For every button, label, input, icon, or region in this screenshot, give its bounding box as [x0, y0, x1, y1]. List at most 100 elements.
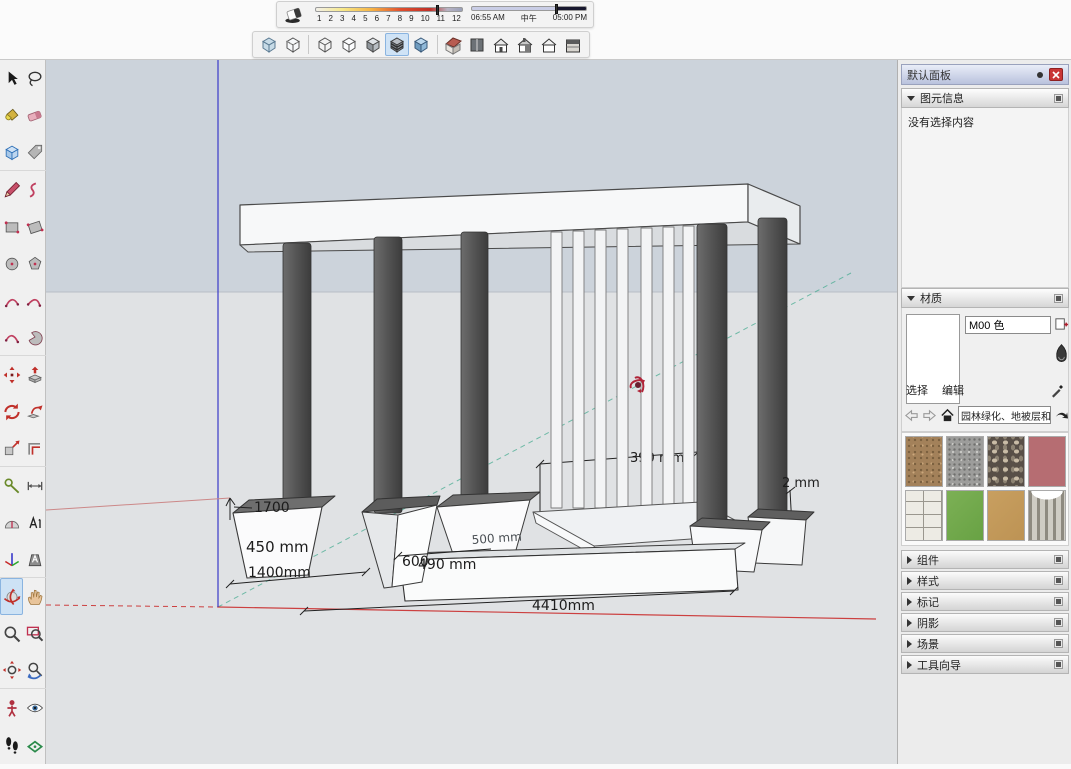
swatch-sand-tan[interactable]	[987, 490, 1025, 541]
modeling-viewport[interactable]: 390 mm 2 mm	[46, 60, 897, 764]
tool-follow-me[interactable]	[23, 393, 46, 430]
tool-position-camera[interactable]	[0, 689, 23, 726]
tool-rotated-rectangle[interactable]	[23, 208, 46, 245]
close-panel-button[interactable]	[1049, 68, 1063, 81]
style-monochrome-button[interactable]	[410, 33, 433, 56]
section-components[interactable]: 组件	[901, 550, 1069, 569]
section-tags[interactable]: 标记	[901, 592, 1069, 611]
tool-polygon[interactable]	[23, 245, 46, 282]
material-collection-dropdown[interactable]: 园林绿化、地被层和植被 ˅	[958, 406, 1051, 424]
panel-title-bar[interactable]: 默认面板	[901, 64, 1069, 85]
section-shadows[interactable]: 阴影	[901, 613, 1069, 632]
tool-look-around[interactable]	[23, 689, 46, 726]
month-tick: 6	[375, 14, 379, 23]
material-name-input[interactable]	[965, 316, 1051, 334]
swatch-grass-green[interactable]	[946, 490, 984, 541]
tool-circle[interactable]	[0, 245, 23, 282]
forward-arrow-button[interactable]	[922, 408, 937, 423]
tab-select[interactable]: 选择	[906, 382, 928, 398]
swatch-gravel-gray[interactable]	[946, 436, 984, 487]
section-close-button[interactable]	[1054, 94, 1063, 103]
view-back-button[interactable]	[538, 33, 561, 56]
tool-previous-view[interactable]	[23, 652, 46, 689]
style-back-edges-button[interactable]	[281, 33, 304, 56]
tool-zoom-window[interactable]	[23, 615, 46, 652]
view-left-button[interactable]	[562, 33, 585, 56]
shadow-date-slider[interactable]: 1 2 3 4 5 6 7 8 9 10 11 12	[315, 7, 463, 23]
swatch-pavers-white[interactable]	[905, 490, 943, 541]
section-close-button[interactable]	[1054, 660, 1063, 669]
tool-rotate[interactable]	[0, 393, 23, 430]
style-xray-button[interactable]	[257, 33, 280, 56]
entity-info-header[interactable]: 图元信息	[901, 88, 1069, 108]
default-material-button[interactable]	[1054, 342, 1069, 368]
style-shaded-with-textures-button[interactable]	[385, 33, 408, 56]
tool-paint-bucket[interactable]	[0, 97, 23, 134]
shadow-time-slider[interactable]: 06:55 AM 中午 05:00 PM	[471, 6, 587, 24]
tool-arc[interactable]	[0, 282, 23, 319]
section-close-button[interactable]	[1054, 639, 1063, 648]
tool-select[interactable]	[0, 60, 23, 97]
tool-three-point-arc[interactable]	[0, 319, 23, 356]
date-slider-track[interactable]	[315, 7, 463, 12]
section-close-button[interactable]	[1054, 555, 1063, 564]
time-slider-handle[interactable]	[555, 4, 558, 14]
section-scenes[interactable]: 场景	[901, 634, 1069, 653]
back-arrow-button[interactable]	[904, 408, 919, 423]
tool-text[interactable]	[23, 504, 46, 541]
tool-make-component[interactable]	[0, 134, 23, 171]
month-tick: 12	[452, 14, 461, 23]
sample-paint-eyedropper-button[interactable]	[1050, 382, 1066, 398]
tool-pie[interactable]	[23, 319, 46, 356]
section-close-button[interactable]	[1054, 618, 1063, 627]
swatch-fence-gate[interactable]	[1028, 490, 1066, 541]
create-material-button[interactable]	[1054, 316, 1069, 331]
tool-pan[interactable]	[23, 578, 46, 615]
tool-orbit[interactable]	[0, 578, 23, 615]
tool-dimension[interactable]	[23, 467, 46, 504]
tool-axes[interactable]	[0, 541, 23, 578]
pin-panel-button[interactable]	[1037, 72, 1043, 78]
tool-push-pull[interactable]	[23, 356, 46, 393]
tool-zoom[interactable]	[0, 615, 23, 652]
style-wireframe-button[interactable]	[313, 33, 336, 56]
swatch-rose[interactable]	[1028, 436, 1066, 487]
time-slider-track[interactable]	[471, 6, 587, 11]
date-slider-handle[interactable]	[436, 5, 439, 15]
tool-eraser[interactable]	[23, 97, 46, 134]
month-ticks: 1 2 3 4 5 6 7 8 9 10 11 12	[315, 14, 463, 23]
view-top-button[interactable]	[466, 33, 489, 56]
style-hidden-line-button[interactable]	[337, 33, 360, 56]
tool-tag[interactable]	[23, 134, 46, 171]
tool-offset[interactable]	[23, 430, 46, 467]
tool-tape-measure[interactable]	[0, 467, 23, 504]
tool-protractor[interactable]	[0, 504, 23, 541]
section-instructor[interactable]: 工具向导	[901, 655, 1069, 674]
tool-lasso[interactable]	[23, 60, 46, 97]
view-right-button[interactable]	[514, 33, 537, 56]
view-iso-button[interactable]	[442, 33, 465, 56]
tool-3d-text[interactable]	[23, 541, 46, 578]
tool-move[interactable]	[0, 356, 23, 393]
tool-freehand[interactable]	[23, 171, 46, 208]
tool-section-plane[interactable]	[23, 726, 46, 763]
materials-header[interactable]: 材质	[901, 288, 1069, 308]
tool-scale[interactable]	[0, 430, 23, 467]
section-close-button[interactable]	[1054, 294, 1063, 303]
tool-zoom-extents[interactable]	[0, 652, 23, 689]
section-close-button[interactable]	[1054, 597, 1063, 606]
tool-walk[interactable]	[0, 726, 23, 763]
view-front-button[interactable]	[490, 33, 513, 56]
section-close-button[interactable]	[1054, 576, 1063, 585]
tool-two-point-arc[interactable]	[23, 282, 46, 319]
tool-line[interactable]	[0, 171, 23, 208]
section-styles[interactable]: 样式	[901, 571, 1069, 590]
tool-rectangle[interactable]	[0, 208, 23, 245]
swatch-cobblestone-dark[interactable]	[987, 436, 1025, 487]
swatch-gravel-brown[interactable]	[905, 436, 943, 487]
style-shaded-button[interactable]	[361, 33, 384, 56]
home-button[interactable]	[940, 408, 955, 423]
shadows-toggle-icon[interactable]	[283, 4, 307, 26]
tab-edit[interactable]: 编辑	[942, 382, 964, 398]
details-button[interactable]	[1054, 408, 1068, 422]
